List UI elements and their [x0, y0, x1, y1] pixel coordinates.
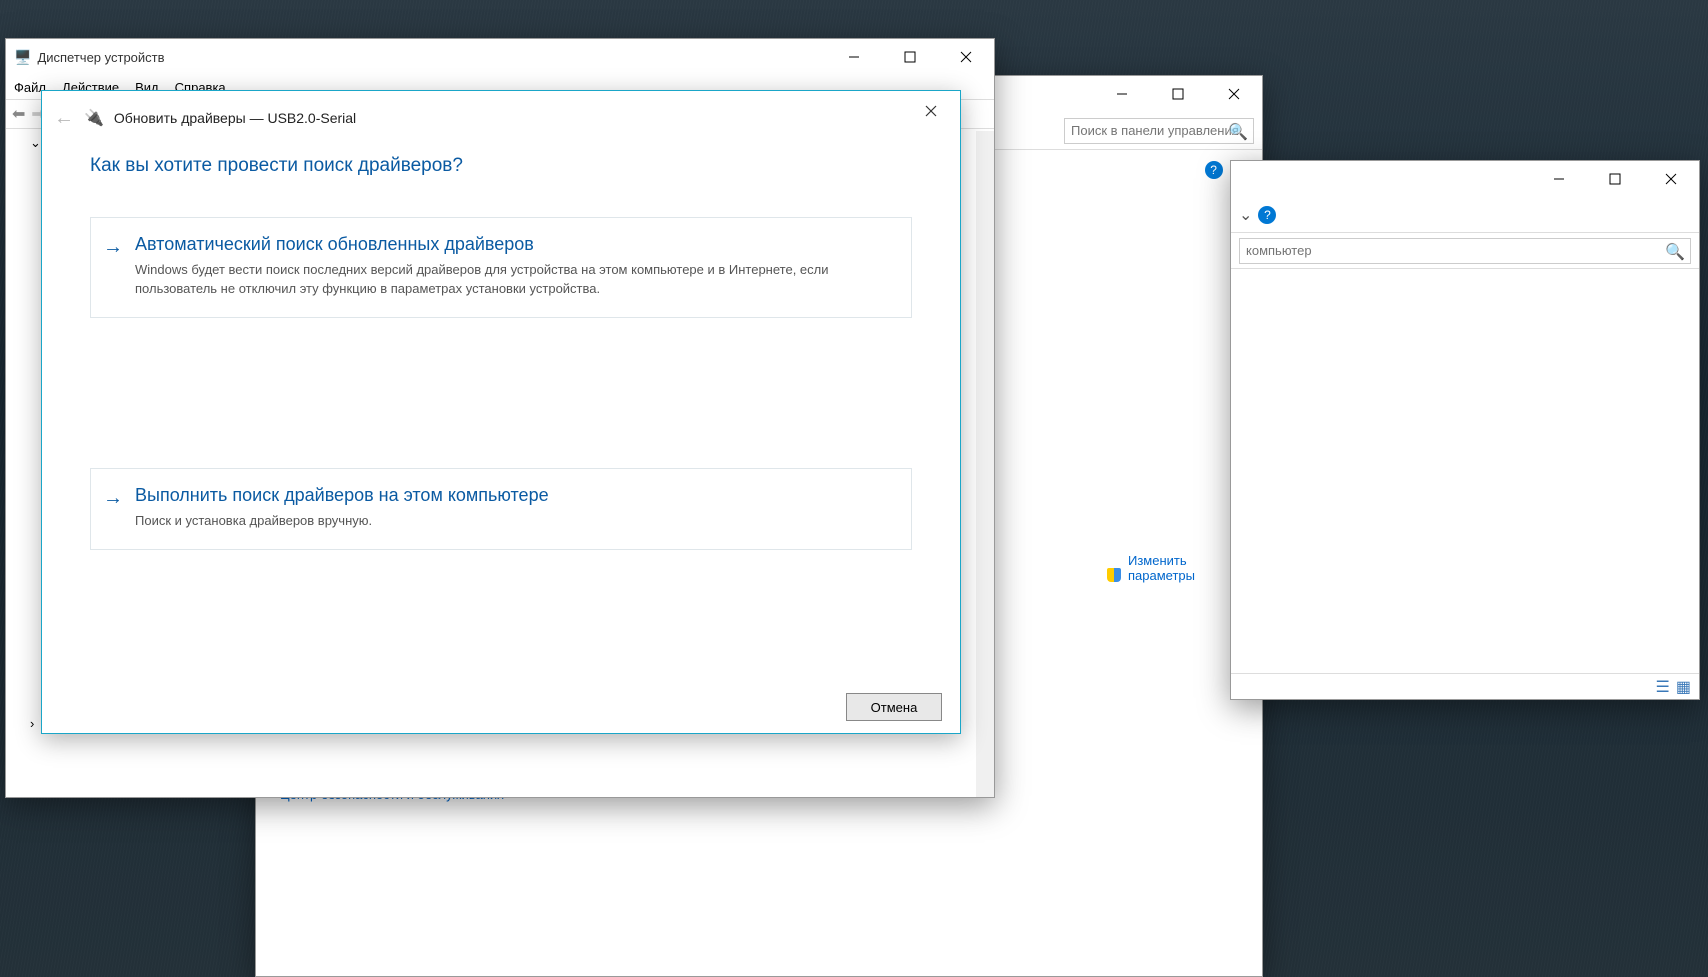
- devmgr-icon: 🖥️: [14, 49, 31, 66]
- option-description: Поиск и установка драйверов вручную.: [135, 512, 893, 531]
- help-icon[interactable]: ?: [1258, 206, 1276, 224]
- option-title: Автоматический поиск обновленных драйвер…: [135, 234, 893, 255]
- control-panel-search[interactable]: [1064, 118, 1254, 144]
- explorer-address-row: ⌄ ?: [1231, 197, 1699, 233]
- arrow-right-icon: →: [103, 236, 123, 259]
- back-icon[interactable]: ⬅: [12, 104, 25, 124]
- explorer-statusbar: ☰ ▦: [1231, 673, 1699, 699]
- maximize-button[interactable]: [882, 39, 938, 75]
- help-icon[interactable]: ?: [1205, 161, 1223, 179]
- details-view-icon[interactable]: ☰: [1656, 677, 1670, 697]
- cancel-button[interactable]: Отмена: [846, 693, 942, 721]
- option-description: Windows будет вести поиск последних верс…: [135, 261, 893, 299]
- option-auto-search[interactable]: → Автоматический поиск обновленных драйв…: [90, 217, 912, 318]
- wizard-footer: Отмена: [42, 681, 960, 733]
- minimize-button[interactable]: [826, 39, 882, 75]
- wizard-title: Обновить драйверы — USB2.0-Serial: [114, 110, 356, 126]
- device-icon: 🔌: [84, 108, 104, 128]
- close-button[interactable]: [1206, 76, 1262, 112]
- thumbnails-view-icon[interactable]: ▦: [1676, 677, 1691, 697]
- chevron-down-icon: ⌄: [30, 135, 41, 151]
- close-button[interactable]: [938, 39, 994, 75]
- change-settings-link[interactable]: Изменить параметры: [1128, 553, 1238, 583]
- scrollbar[interactable]: [976, 131, 994, 797]
- close-button[interactable]: [1643, 161, 1699, 197]
- option-title: Выполнить поиск драйверов на этом компью…: [135, 485, 893, 506]
- search-icon[interactable]: 🔍: [1665, 242, 1685, 262]
- wizard-question: Как вы хотите провести поиск драйверов?: [90, 155, 912, 177]
- maximize-button[interactable]: [1150, 76, 1206, 112]
- arrow-right-icon: →: [103, 487, 123, 510]
- wizard-back-button: ←: [54, 107, 74, 130]
- devmgr-titlebar[interactable]: 🖥️ Диспетчер устройств: [6, 39, 994, 75]
- wizard-header: ← 🔌 Обновить драйверы — USB2.0-Serial: [42, 91, 960, 145]
- minimize-button[interactable]: [1531, 161, 1587, 197]
- wizard-close-button[interactable]: [906, 95, 956, 127]
- maximize-button[interactable]: [1587, 161, 1643, 197]
- shield-icon: [1107, 568, 1121, 582]
- chevron-down-icon[interactable]: ⌄: [1239, 205, 1252, 225]
- update-driver-wizard: ← 🔌 Обновить драйверы — USB2.0-Serial Ка…: [41, 90, 961, 734]
- explorer-search[interactable]: [1239, 238, 1691, 264]
- explorer-window: ⌄ ? 🔍 ☰ ▦: [1230, 160, 1700, 700]
- search-icon[interactable]: 🔍: [1228, 122, 1248, 142]
- explorer-titlebar[interactable]: [1231, 161, 1699, 197]
- option-manual-search[interactable]: → Выполнить поиск драйверов на этом комп…: [90, 468, 912, 550]
- minimize-button[interactable]: [1094, 76, 1150, 112]
- devmgr-title: Диспетчер устройств: [37, 50, 164, 65]
